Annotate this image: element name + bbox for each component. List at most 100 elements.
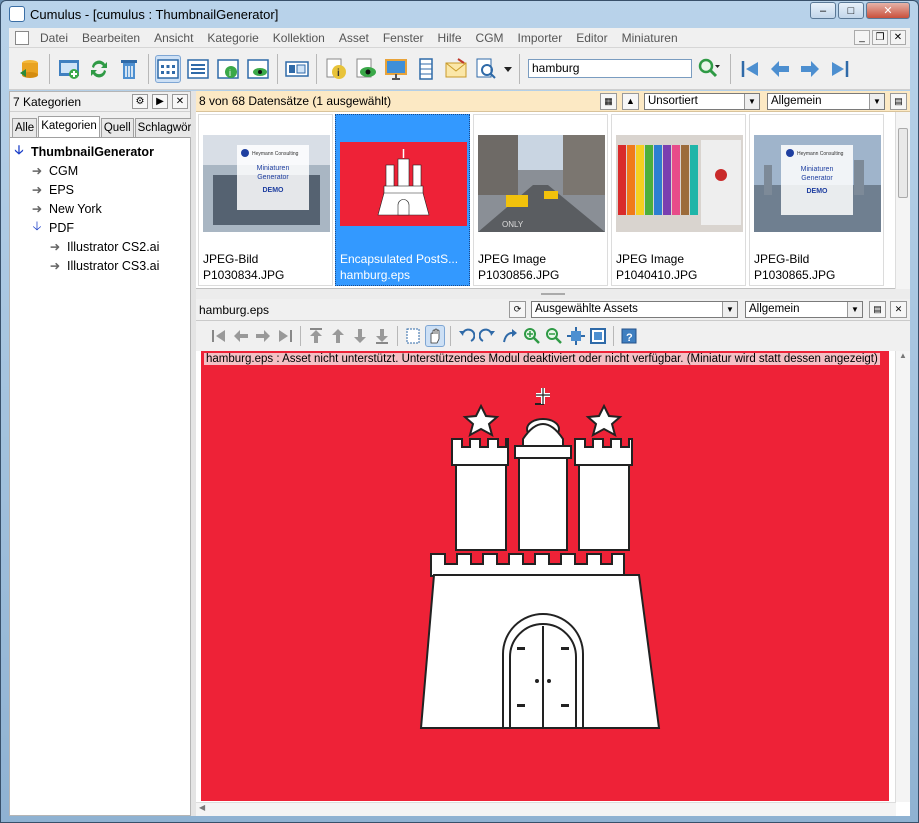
menu-cgm[interactable]: CGM (469, 31, 511, 45)
layout-icon[interactable] (284, 55, 310, 83)
thumbnail-view-icon[interactable] (155, 54, 181, 83)
send-mail-icon[interactable] (443, 55, 469, 83)
menu-ansicht[interactable]: Ansicht (147, 31, 200, 45)
rotate-right-icon[interactable] (478, 325, 498, 347)
down-icon[interactable] (350, 325, 370, 347)
search-icon[interactable] (694, 55, 724, 83)
view-select[interactable]: Allgemein ▼ (767, 93, 885, 110)
hand-tool-icon[interactable] (425, 325, 445, 347)
menu-miniaturen[interactable]: Miniaturen (615, 31, 685, 45)
expanded-arrow-icon[interactable]: 🡣 (12, 141, 26, 162)
app-icon[interactable] (9, 6, 25, 22)
category-settings-icon[interactable]: ⚙ (132, 94, 148, 109)
asset-info-icon[interactable]: i (323, 55, 349, 83)
top-icon[interactable] (306, 325, 326, 347)
help-icon[interactable]: ? (619, 325, 639, 347)
chevron-down-icon[interactable]: ▼ (869, 94, 884, 109)
expanded-arrow-icon[interactable]: 🡣 (30, 217, 44, 238)
sync-icon[interactable] (86, 55, 112, 83)
preview-view-icon[interactable] (245, 55, 271, 83)
document-icon[interactable] (15, 30, 29, 45)
chevron-down-icon[interactable] (503, 55, 513, 83)
close-button[interactable]: ✕ (866, 2, 910, 19)
doc-restore-button[interactable]: ❐ (872, 30, 888, 45)
menu-kollektion[interactable]: Kollektion (266, 31, 332, 45)
tree-item-cgm[interactable]: ➜ CGM (10, 161, 190, 180)
thumbnail-card[interactable]: Heymann Consulting Miniaturen Generator DEM… (198, 114, 333, 286)
info-view-icon[interactable]: i (215, 55, 241, 83)
previous-page-icon[interactable] (231, 325, 251, 347)
chevron-down-icon[interactable]: ▼ (744, 94, 759, 109)
chevron-down-icon[interactable]: ▼ (847, 302, 862, 317)
tree-item-illustrator-cs3[interactable]: ➜ Illustrator CS3.ai (10, 256, 190, 275)
zoom-in-icon[interactable] (522, 325, 542, 347)
menu-datei[interactable]: Datei (33, 31, 75, 45)
collapsed-arrow-icon[interactable]: ➜ (48, 258, 62, 273)
gallery-scroll-thumb[interactable] (898, 128, 908, 198)
menu-importer[interactable]: Importer (511, 31, 570, 45)
menu-editor[interactable]: Editor (569, 31, 614, 45)
menu-kategorie[interactable]: Kategorie (200, 31, 265, 45)
menu-hilfe[interactable]: Hilfe (431, 31, 469, 45)
category-menu-icon[interactable]: ▶ (152, 94, 168, 109)
list-view-icon[interactable] (185, 55, 211, 83)
presentation-icon[interactable] (383, 55, 409, 83)
bottom-icon[interactable] (372, 325, 392, 347)
zoom-out-icon[interactable] (544, 325, 564, 347)
add-assets-icon[interactable] (56, 55, 82, 83)
next-record-icon[interactable] (797, 55, 823, 83)
thumbnail-card[interactable]: Heymann Consulting Miniaturen Generator DEM… (749, 114, 884, 286)
thumbnail-card[interactable]: JPEG Image P1040410.JPG (611, 114, 746, 286)
catalog-icon[interactable] (17, 55, 43, 83)
next-page-icon[interactable] (253, 325, 273, 347)
menu-asset[interactable]: Asset (332, 31, 376, 45)
first-record-icon[interactable] (737, 55, 763, 83)
preview-view-select[interactable]: Allgemein ▼ (745, 301, 863, 318)
filmstrip-icon[interactable] (413, 55, 439, 83)
assets-select[interactable]: Ausgewählte Assets ▼ (531, 301, 738, 318)
fit-window-icon[interactable] (566, 325, 586, 347)
preview-horizontal-scrollbar[interactable]: ◀ (196, 802, 896, 816)
rotate-left-icon[interactable] (456, 325, 476, 347)
collapsed-arrow-icon[interactable]: ➜ (30, 201, 44, 216)
redo-icon[interactable] (500, 325, 520, 347)
select-tool-icon[interactable] (403, 325, 423, 347)
doc-close-button[interactable]: ✕ (890, 30, 906, 45)
preview-vertical-scrollbar[interactable]: ▲ (895, 351, 910, 802)
menu-bearbeiten[interactable]: Bearbeiten (75, 31, 147, 45)
tree-item-eps[interactable]: ➜ EPS (10, 180, 190, 199)
first-page-icon[interactable] (209, 325, 229, 347)
horizontal-splitter[interactable] (196, 289, 910, 299)
sort-direction-icon[interactable]: ▲ (622, 93, 639, 110)
tab-alle[interactable]: Alle (12, 118, 38, 137)
chevron-down-icon[interactable]: ▼ (722, 302, 737, 317)
tree-item-pdf[interactable]: 🡣 PDF (10, 218, 190, 237)
asset-preview-icon[interactable] (353, 55, 379, 83)
sort-options-icon[interactable]: ▦ (600, 93, 617, 110)
sync-preview-icon[interactable]: ⟳ (509, 301, 526, 318)
up-icon[interactable] (328, 325, 348, 347)
tree-item-illustrator-cs2[interactable]: ➜ Illustrator CS2.ai (10, 237, 190, 256)
collapsed-arrow-icon[interactable]: ➜ (30, 182, 44, 197)
find-asset-icon[interactable] (473, 55, 499, 83)
actual-size-icon[interactable] (588, 325, 608, 347)
minimize-button[interactable]: – (810, 2, 836, 19)
previous-record-icon[interactable] (767, 55, 793, 83)
tab-kategorien[interactable]: Kategorien (38, 116, 100, 137)
maximize-button[interactable]: □ (838, 2, 864, 19)
tree-item-new-york[interactable]: ➜ New York (10, 199, 190, 218)
split-view-icon[interactable]: ▤ (869, 301, 886, 318)
split-view-icon[interactable]: ▤ (890, 93, 907, 110)
category-close-icon[interactable]: ✕ (172, 94, 188, 109)
last-record-icon[interactable] (827, 55, 853, 83)
gallery-scrollbar[interactable] (895, 112, 910, 289)
collapsed-arrow-icon[interactable]: ➜ (48, 239, 62, 254)
search-input[interactable]: hamburg (528, 59, 692, 78)
thumbnail-card[interactable]: ONLY JPEG Image P1030856.JPG (473, 114, 608, 286)
thumbnail-card-selected[interactable]: Encapsulated PostS... hamburg.eps (335, 114, 470, 286)
doc-minimize-button[interactable]: _ (854, 30, 870, 45)
collapsed-arrow-icon[interactable]: ➜ (30, 163, 44, 178)
preview-close-icon[interactable]: ✕ (890, 301, 907, 318)
trash-icon[interactable] (116, 55, 142, 83)
menu-fenster[interactable]: Fenster (376, 31, 431, 45)
